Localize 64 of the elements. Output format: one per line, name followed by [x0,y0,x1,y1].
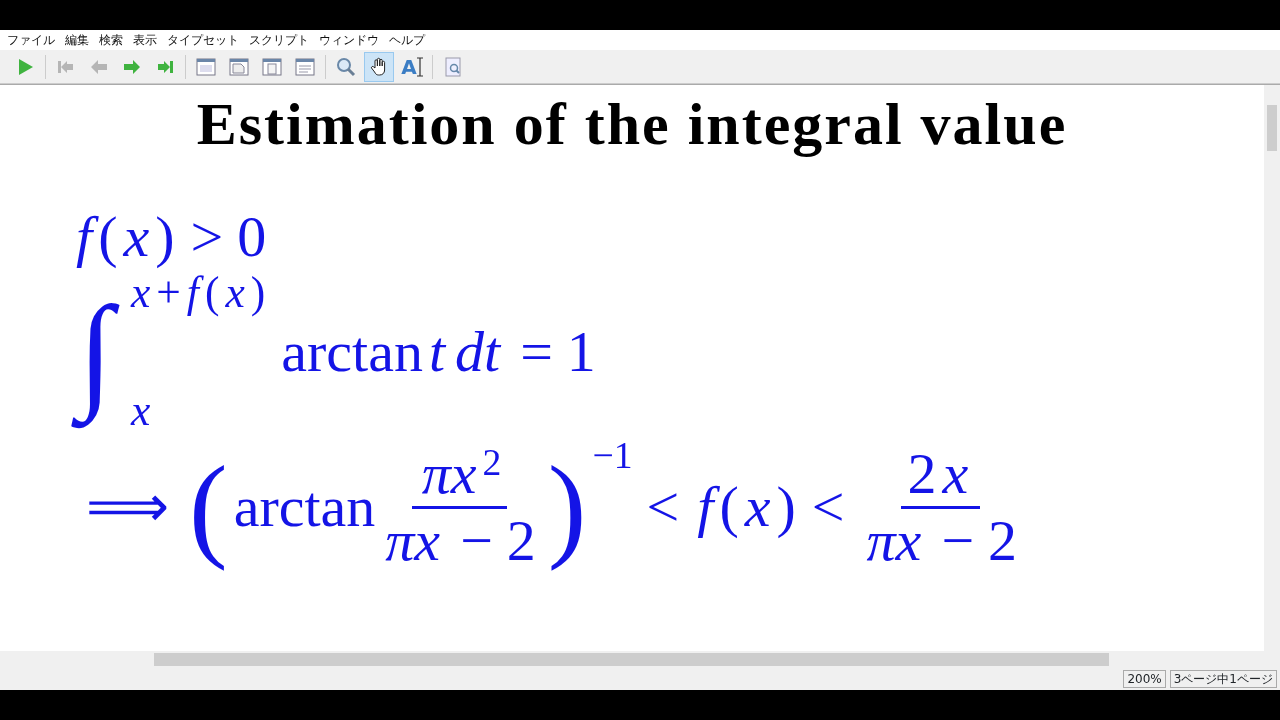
math-variable: x [129,386,152,435]
math-text: 1 [566,319,596,384]
math-operator: ⟹ [86,475,169,540]
math-variable: f [182,268,205,317]
math-text: ) [155,205,175,269]
math-text: 2 [907,441,937,506]
math-operator: − [460,508,493,573]
math-text: ( [719,475,739,540]
math-variable: x [122,205,151,269]
parenthesis: ) [546,441,588,573]
math-text: ) [776,475,796,540]
math-variable: f [693,475,720,540]
math-text: ( [98,205,118,269]
math-text: arctan [233,475,376,540]
page-layout-icon [261,55,283,78]
math-operator: > [190,205,224,269]
page-indicator: 3ページ中1ページ [1169,670,1277,688]
math-variable: f [72,205,99,269]
menu-item[interactable]: 表示 [128,31,162,49]
menu-item[interactable]: タイプセット [162,31,244,49]
math-text: 0 [237,205,267,269]
menu-item[interactable]: ファイル [2,31,60,49]
math-variable: t [427,319,448,384]
integral-sign: ∫ [72,268,127,435]
preview-icon [442,55,464,78]
scrollbar-thumb[interactable] [154,653,1109,666]
toolbar-button[interactable]: A [397,51,427,82]
math-variable: x [129,268,152,317]
math-text: arctan [281,319,423,384]
search-icon [335,55,357,78]
math-variable: πx [384,508,442,573]
page-layout-icon [195,55,217,78]
math-operator: = [520,319,553,384]
math-text: ( [204,268,220,317]
zoom-level: 200% [1123,670,1166,688]
page-layout-icon [228,55,250,78]
math-variable: x [941,441,970,506]
scrollbar-thumb[interactable] [1267,105,1277,151]
menu-item[interactable]: ヘルプ [384,31,430,49]
menu-item[interactable]: 編集 [60,31,94,49]
math-operator: − [941,508,975,573]
math-superscript: −1 [592,434,633,477]
horizontal-scrollbar[interactable] [0,651,1280,668]
math-text: ) [250,268,266,317]
math-text: + [156,268,181,317]
parenthesis: ( [188,441,229,573]
page-layout-icon [294,55,316,78]
menu-item[interactable]: スクリプト [244,31,314,49]
menu-item[interactable]: ウィンドウ [314,31,384,49]
math-variable: x [224,268,246,317]
menu-item[interactable]: 検索 [94,31,128,49]
math-variable: πx [865,508,923,573]
math-variable: x [743,475,772,540]
document-title: Estimation of the integral value [195,91,1069,157]
math-variable: dt [454,319,503,384]
math-operator: < [811,475,845,540]
vertical-scrollbar[interactable] [1264,85,1280,651]
text-cursor-icon [416,56,423,77]
math-text: 2 [506,508,536,573]
math-superscript: 2 [482,441,502,484]
math-text: 2 [988,508,1018,573]
math-operator: < [646,475,680,540]
math-variable: πx [420,441,478,506]
toolbar-button[interactable] [364,51,394,82]
